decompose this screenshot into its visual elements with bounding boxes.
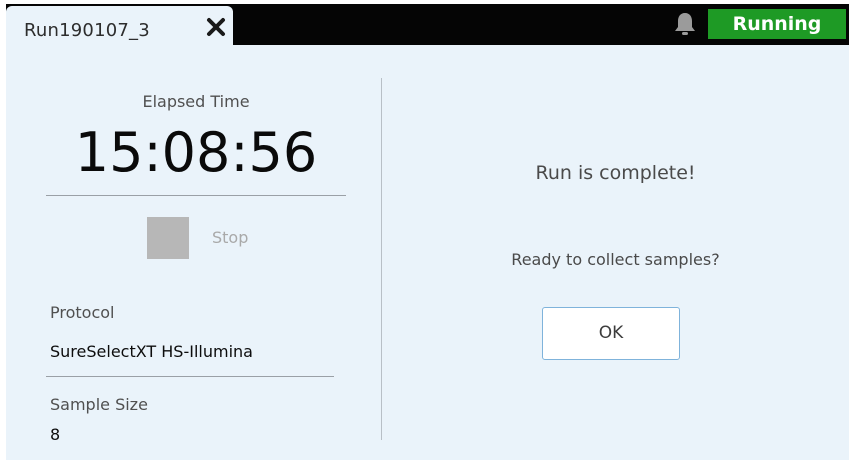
collect-samples-question: Ready to collect samples? [511,250,720,269]
run-tab[interactable]: Run190107_3 [6,6,233,45]
run-screen: Run190107_3 Running Elapsed Time 15:08:5… [0,0,852,460]
ok-button[interactable]: OK [542,307,680,360]
divider [46,376,334,377]
bell-icon[interactable] [673,11,697,37]
sample-size-value: 8 [50,425,61,444]
content-panel: Elapsed Time 15:08:56 Stop Protocol Sure… [6,45,849,460]
sample-size-label: Sample Size [50,395,148,414]
tab-title: Run190107_3 [24,20,150,41]
protocol-value: SureSelectXT HS-Illumina [50,342,253,361]
elapsed-time-label: Elapsed Time [142,92,250,111]
run-complete-message: Run is complete! [535,162,696,184]
status-badge: Running [708,9,846,39]
elapsed-time-value: 15:08:56 [74,121,318,184]
divider [46,195,346,196]
protocol-label: Protocol [50,303,115,322]
stop-button[interactable] [147,217,189,259]
stop-label[interactable]: Stop [212,228,248,247]
close-icon[interactable] [205,16,227,38]
